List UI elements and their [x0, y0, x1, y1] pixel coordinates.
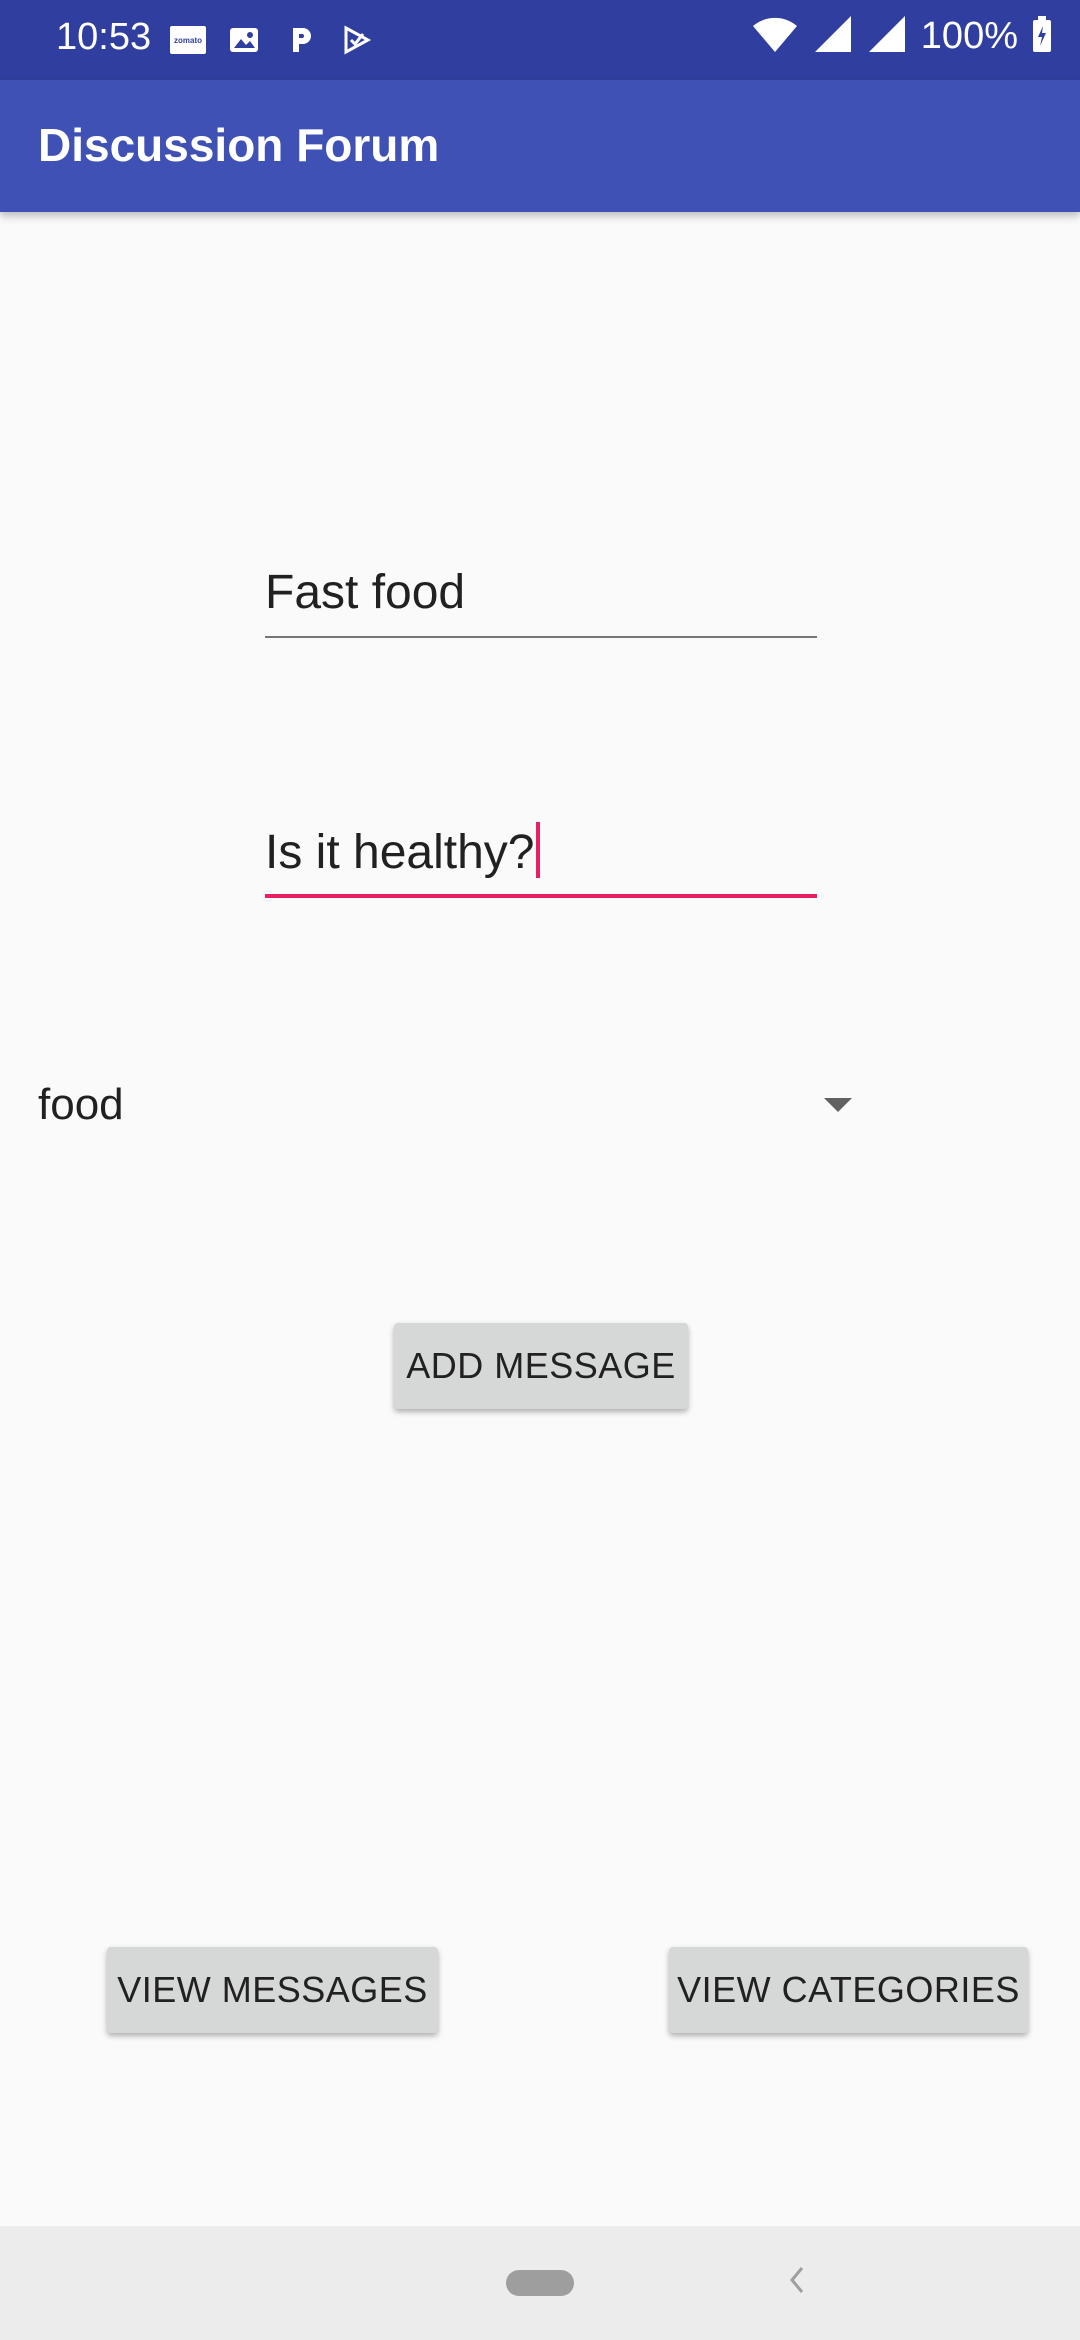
view-categories-button-label: VIEW CATEGORIES — [677, 1969, 1020, 2010]
app-bar: Discussion Forum — [0, 80, 1080, 212]
view-messages-button[interactable]: VIEW MESSAGES — [107, 1947, 438, 2033]
cell-signal-2-icon — [867, 14, 907, 59]
title-field[interactable]: Fast food — [265, 548, 817, 638]
status-time: 10:53 — [56, 16, 152, 58]
category-selected-value: food — [38, 1080, 124, 1129]
navigation-bar — [0, 2226, 1080, 2340]
status-bar: 10:53 zomato 100% — [0, 0, 1080, 80]
add-message-button-label: ADD MESSAGE — [406, 1345, 676, 1386]
message-field-text-wrap: Is it healthy? — [265, 822, 541, 880]
category-spinner[interactable]: food — [38, 1060, 858, 1150]
zomato-label: zomato — [170, 26, 206, 54]
play-store-icon — [336, 20, 376, 60]
view-messages-button-label: VIEW MESSAGES — [117, 1969, 428, 2010]
cell-signal-icon — [813, 14, 853, 59]
message-field-underline — [265, 894, 817, 898]
wifi-icon — [751, 14, 799, 59]
home-pill-icon[interactable] — [506, 2270, 574, 2296]
image-icon — [224, 20, 264, 60]
title-field-underline — [265, 636, 817, 638]
add-message-button[interactable]: ADD MESSAGE — [394, 1323, 688, 1409]
dropdown-arrow-icon — [824, 1098, 852, 1119]
back-chevron-icon[interactable] — [786, 2262, 806, 2303]
message-field-value: Is it healthy? — [265, 826, 535, 879]
paytm-icon — [280, 20, 320, 60]
notification-icons: zomato — [168, 20, 376, 60]
system-icons: 100% — [751, 14, 1052, 59]
zomato-icon: zomato — [168, 20, 208, 60]
view-categories-button[interactable]: VIEW CATEGORIES — [669, 1947, 1028, 2033]
title-field-value: Fast food — [265, 566, 466, 619]
battery-icon — [1032, 16, 1052, 57]
app-title: Discussion Forum — [38, 119, 440, 171]
message-field[interactable]: Is it healthy? — [265, 808, 817, 898]
battery-percent: 100% — [920, 15, 1018, 57]
text-cursor — [536, 822, 541, 878]
